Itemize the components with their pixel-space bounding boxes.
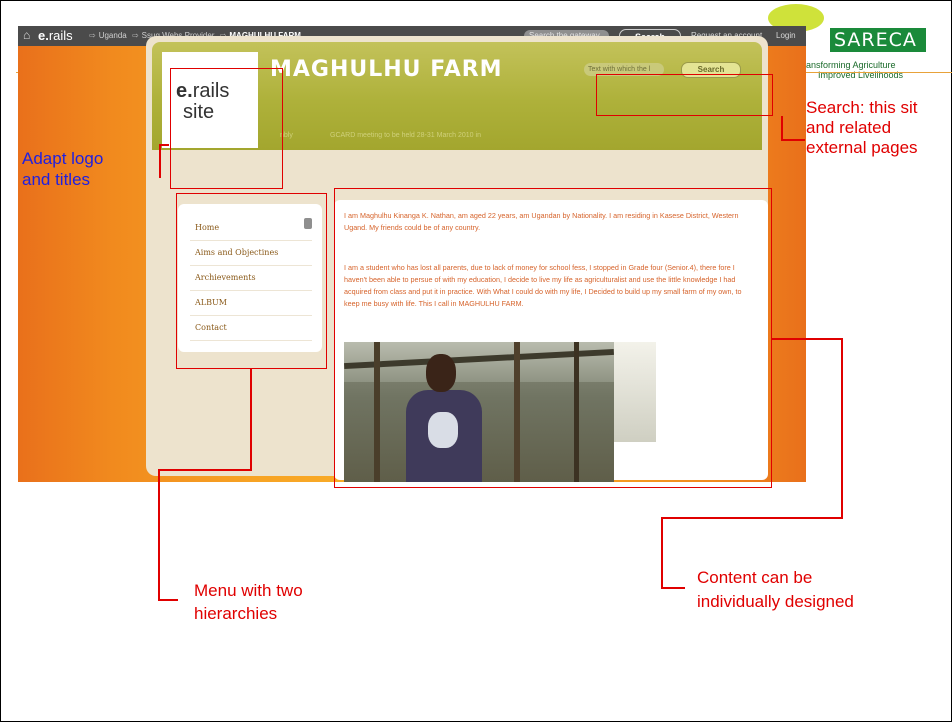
annotation-logo-line2: and titles <box>22 170 91 189</box>
annotation-menu-line2: hierarchies <box>194 604 278 623</box>
annotation-search-line1: Search: this sit <box>806 98 918 117</box>
sareca-tagline-1: ansforming Agriculture <box>806 60 896 70</box>
annotation-content-line1: Content can be <box>697 568 813 587</box>
content-highlight-box <box>334 188 772 488</box>
breadcrumb-arrow-icon: ⇨ <box>131 31 139 40</box>
content-connector <box>661 587 685 589</box>
content-connector <box>841 338 843 518</box>
annotation-content-line2: individually designed <box>697 592 854 611</box>
annotation-logo-line1: Adapt logo <box>22 149 104 168</box>
menu-connector <box>158 469 252 471</box>
home-icon[interactable]: ⌂ <box>23 29 30 42</box>
sareca-logo-text: SARECA <box>830 28 926 52</box>
login-link[interactable]: Login <box>776 31 796 40</box>
sareca-logo: SARECA <box>768 4 952 60</box>
erails-brand[interactable]: e.rails <box>38 28 73 43</box>
search-highlight-box <box>596 74 773 116</box>
menu-highlight-box <box>176 193 327 369</box>
breadcrumb-item-uganda[interactable]: Uganda <box>99 31 127 40</box>
content-connector <box>772 338 842 340</box>
site-title: MAGHULHU FARM <box>270 57 503 82</box>
content-connector <box>661 517 843 519</box>
news-ticker[interactable]: GCARD meeting to be held 28-31 March 201… <box>330 132 481 139</box>
search-connector <box>781 116 783 140</box>
menu-connector <box>250 369 252 469</box>
annotation-menu-line1: Menu with two <box>194 581 303 600</box>
logo-connector <box>159 144 161 178</box>
content-connector <box>661 517 663 588</box>
menu-connector <box>158 469 160 600</box>
annotation-search-line2: and related <box>806 118 892 137</box>
menu-connector <box>158 599 178 601</box>
logo-highlight-box <box>170 68 283 189</box>
breadcrumb-arrow-icon: ⇨ <box>89 31 96 40</box>
annotation-search-line3: external pages <box>806 138 918 157</box>
search-connector <box>781 139 805 141</box>
